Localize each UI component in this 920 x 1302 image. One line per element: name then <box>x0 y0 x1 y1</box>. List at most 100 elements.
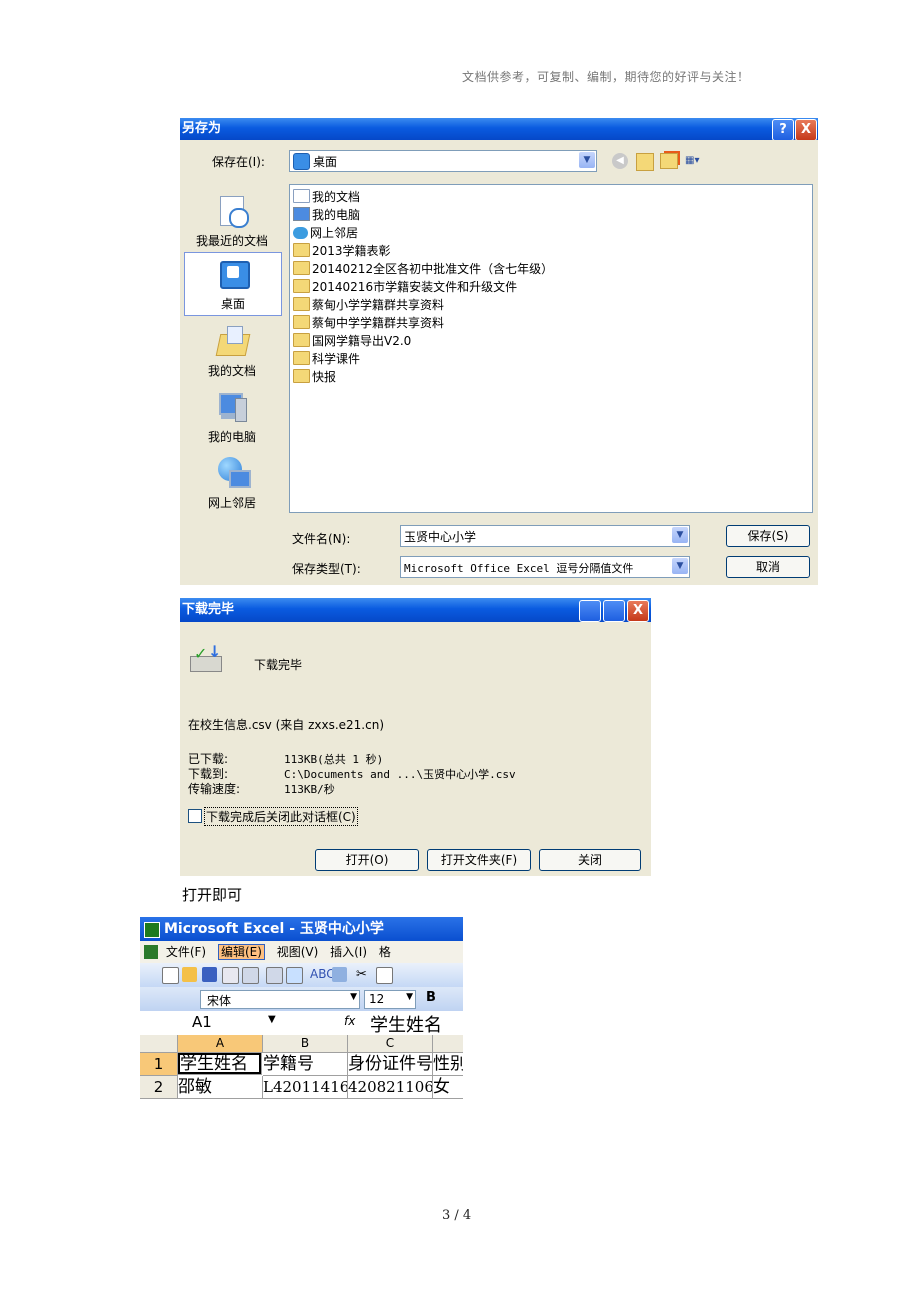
zoom-preview-icon[interactable] <box>286 967 303 984</box>
menu-format[interactable]: 格 <box>379 945 391 959</box>
folder-icon <box>293 261 310 275</box>
menu-edit[interactable]: 编辑(E) <box>217 944 265 960</box>
list-item[interactable]: 2013学籍表彰 <box>293 242 391 260</box>
spelling-icon[interactable]: ABC <box>310 967 335 982</box>
list-item[interactable]: 我的电脑 <box>293 206 360 224</box>
table-cell[interactable]: 邵敏 <box>178 1076 263 1099</box>
views-menu-icon[interactable]: ▦▾ <box>685 153 709 169</box>
filename-input[interactable]: 玉贤中心小学 ▼ <box>400 525 690 547</box>
doc-icon <box>144 945 158 959</box>
row-header[interactable]: 2 <box>140 1076 178 1099</box>
list-item[interactable]: 蔡甸中学学籍群共享资料 <box>293 314 444 332</box>
new-icon[interactable] <box>162 967 179 984</box>
menu-insert[interactable]: 插入(I) <box>330 945 367 959</box>
file-name: 20140216市学籍安装文件和升级文件 <box>312 280 518 294</box>
column-header[interactable]: C <box>348 1035 433 1053</box>
place-my-documents[interactable]: 我的文档 <box>184 324 280 379</box>
close-button[interactable]: 关闭 <box>539 849 641 871</box>
folder-icon <box>293 297 310 311</box>
chevron-down-icon[interactable]: ▼ <box>268 1014 276 1025</box>
name-box[interactable]: A1 <box>192 1013 212 1031</box>
place-label: 桌面 <box>220 297 245 311</box>
select-all-corner[interactable] <box>140 1035 178 1053</box>
chevron-down-icon[interactable]: ▼ <box>672 558 688 574</box>
cancel-button[interactable]: 取消 <box>726 556 810 578</box>
permission-icon[interactable] <box>222 967 239 984</box>
back-icon[interactable]: ◀ <box>612 153 628 169</box>
close-icon[interactable]: X <box>627 600 649 622</box>
place-recent-documents[interactable]: 我最近的文档 <box>184 194 280 249</box>
save-button[interactable]: 保存(S) <box>726 525 810 547</box>
folder-icon <box>293 243 310 257</box>
research-icon[interactable] <box>332 967 347 982</box>
help-button[interactable]: ? <box>772 119 794 140</box>
place-label: 我的电脑 <box>207 430 256 444</box>
list-item[interactable]: 网上邻居 <box>293 224 358 242</box>
new-folder-icon[interactable] <box>660 153 678 169</box>
chevron-down-icon[interactable]: ▼ <box>579 152 595 168</box>
column-header[interactable]: B <box>263 1035 348 1053</box>
chevron-down-icon[interactable]: ▼ <box>406 992 413 1002</box>
row-header[interactable]: 1 <box>140 1053 178 1076</box>
save-icon[interactable] <box>202 967 217 982</box>
table-cell[interactable]: 学生姓名 <box>178 1053 262 1075</box>
folder-icon <box>293 333 310 347</box>
formula-value[interactable]: 学生姓名 <box>370 1011 442 1037</box>
table-cell[interactable]: 身份证件号 <box>348 1053 433 1076</box>
close-button[interactable]: X <box>795 119 817 140</box>
places-bar: 我最近的文档 桌面 我的文档 我的电脑 网上邻居 <box>184 184 282 520</box>
save-as-dialog: 另存为 ? X 保存在(I): 桌面 ▼ ◀ ▦▾ 我最近的文档 桌面 我的文档… <box>180 118 818 585</box>
filename-label: 文件名(N): <box>292 532 351 546</box>
open-icon[interactable] <box>182 967 197 982</box>
font-name-select[interactable]: 宋体 ▼ <box>200 990 360 1009</box>
file-name: 20140212全区各初中批准文件（含七年级） <box>312 262 554 276</box>
list-item[interactable]: 20140212全区各初中批准文件（含七年级） <box>293 260 553 278</box>
list-item[interactable]: 国网学籍导出V2.0 <box>293 332 411 350</box>
bold-button[interactable]: B <box>426 990 436 1005</box>
downloaded-value: 113KB(总共 1 秒) <box>284 753 384 766</box>
filetype-select[interactable]: Microsoft Office Excel 逗号分隔值文件 ▼ <box>400 556 690 578</box>
open-button[interactable]: 打开(O) <box>315 849 419 871</box>
cut-icon[interactable]: ✂ <box>356 967 371 982</box>
fx-icon[interactable]: fx <box>344 1014 355 1028</box>
table-cell[interactable]: L42011416 <box>263 1076 348 1099</box>
file-list[interactable]: 我的文档 我的电脑 网上邻居 2013学籍表彰 20140212全区各初中批准文… <box>289 184 813 513</box>
close-on-complete-checkbox[interactable] <box>188 809 202 823</box>
list-item[interactable]: 我的文档 <box>293 188 360 206</box>
checkbox-label[interactable]: 下载完成后关闭此对话框(C) <box>204 807 358 826</box>
column-header[interactable] <box>433 1035 463 1053</box>
print-preview-icon[interactable] <box>266 967 283 984</box>
maximize-icon[interactable] <box>603 600 625 622</box>
place-desktop[interactable]: 桌面 <box>184 252 282 316</box>
save-in-combo[interactable]: 桌面 ▼ <box>289 150 597 172</box>
up-folder-icon[interactable] <box>636 153 654 171</box>
speed-label: 传输速度: <box>188 782 241 796</box>
list-item[interactable]: 20140216市学籍安装文件和升级文件 <box>293 278 517 296</box>
desktop-icon <box>293 153 310 170</box>
chevron-down-icon[interactable]: ▼ <box>672 527 688 543</box>
list-item[interactable]: 蔡甸小学学籍群共享资料 <box>293 296 444 314</box>
formatting-toolbar: 宋体 ▼ 12 ▼ B <box>140 987 463 1011</box>
table-cell[interactable]: 420821106 <box>348 1076 433 1099</box>
place-network[interactable]: 网上邻居 <box>184 456 280 511</box>
file-name: 2013学籍表彰 <box>312 244 391 258</box>
table-cell[interactable]: 学籍号 <box>263 1053 348 1076</box>
menu-file[interactable]: 文件(F) <box>166 945 206 959</box>
print-icon[interactable] <box>242 967 259 984</box>
list-item[interactable]: 科学课件 <box>293 350 360 368</box>
font-size-select[interactable]: 12 ▼ <box>364 990 416 1009</box>
place-my-computer[interactable]: 我的电脑 <box>184 390 280 445</box>
font-size-value: 12 <box>369 992 385 1006</box>
table-cell[interactable]: 性别 <box>433 1053 463 1076</box>
menu-view[interactable]: 视图(V) <box>277 945 319 959</box>
table-cell[interactable]: 女 <box>433 1076 463 1099</box>
column-header[interactable]: A <box>178 1035 263 1053</box>
downloaded-to-value: C:\Documents and ...\玉贤中心小学.csv <box>284 768 516 781</box>
copy-icon[interactable] <box>376 967 393 984</box>
open-folder-button[interactable]: 打开文件夹(F) <box>427 849 531 871</box>
worksheet-grid: A B C 1 学生姓名 学籍号 身份证件号 性别 2 邵敏 L42011416… <box>140 1035 463 1113</box>
minimize-icon[interactable] <box>579 600 601 622</box>
excel-icon <box>144 922 160 938</box>
list-item[interactable]: 快报 <box>293 368 336 386</box>
chevron-down-icon[interactable]: ▼ <box>350 992 357 1002</box>
